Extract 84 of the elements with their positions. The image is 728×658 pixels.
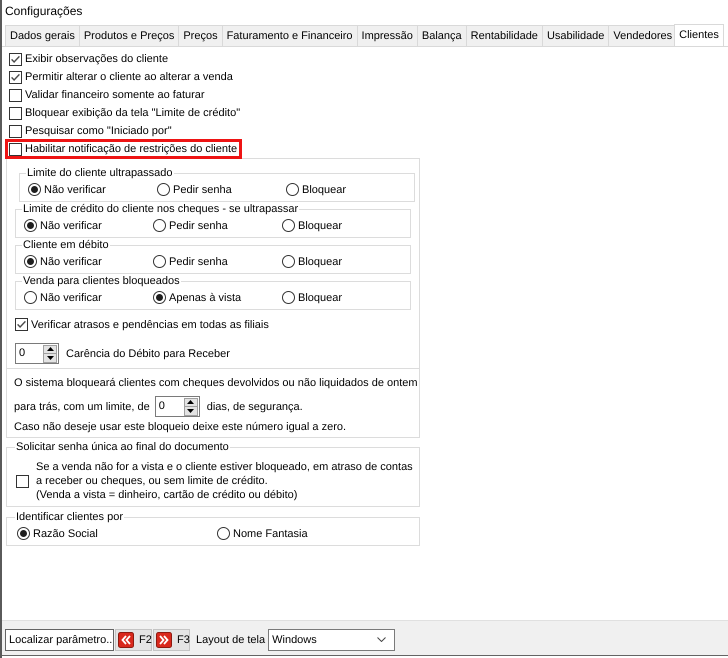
group-title: Limite do cliente ultrapassado (26, 167, 174, 180)
checkbox-label: Se a venda não for a vista e o cliente estiver bloqueado, em atraso de contas a receber ou cheques, ou sem limite de crédito. (36, 460, 414, 488)
tab[interactable]: Usabilidade (542, 25, 610, 46)
radio-label: Bloquear (298, 220, 342, 232)
notice-text: O sistema bloqueará clientes com cheques devolvidos ou não liquidados de ontem (14, 376, 418, 391)
radio-button[interactable] (217, 527, 230, 540)
spin-down-button[interactable] (184, 407, 198, 416)
triangle-up-icon (46, 347, 54, 352)
radio-button[interactable] (282, 291, 295, 304)
triangle-down-icon (46, 356, 54, 360)
layout-label: Layout de tela (196, 634, 266, 646)
radio-button[interactable] (24, 219, 37, 232)
radio-label: Pedir senha (173, 184, 232, 196)
radio-label: Razão Social (33, 528, 98, 540)
radio-label: Bloquear (298, 256, 342, 268)
radio-label: Não verificar (40, 256, 102, 268)
layout-dropdown[interactable]: Windows (268, 628, 396, 650)
radio-button[interactable] (24, 255, 37, 268)
checkbox[interactable] (9, 142, 22, 156)
radio-button[interactable] (157, 183, 170, 196)
find-parameter-field[interactable]: Localizar parâmetro.. (5, 628, 114, 650)
radio-label: Não verificar (40, 292, 102, 304)
spin-down-button[interactable] (43, 354, 57, 362)
radio-label: Não verificar (44, 184, 106, 196)
radio-button[interactable] (286, 183, 299, 196)
checkbox-label: Habilitar notificação de restrições do cliente (25, 142, 238, 156)
double-chevron-right-icon (156, 632, 172, 648)
group-title: Limite de crédito do cliente nos cheques - se ultrapassar (22, 203, 300, 216)
checkbox[interactable] (9, 124, 22, 138)
spin-up-button[interactable] (43, 344, 57, 354)
notice-text: dias, de segurança. (206, 400, 303, 412)
checkbox[interactable] (9, 88, 22, 102)
group-title: Cliente em débito (22, 239, 110, 252)
checkbox[interactable] (16, 474, 29, 488)
checkbox-label: Verificar atrasos e pendências em todas as filiais (31, 318, 269, 332)
radio-button[interactable] (17, 527, 30, 540)
triangle-down-icon (187, 408, 194, 413)
radio-button[interactable] (153, 255, 166, 268)
chevron-down-icon (377, 637, 386, 642)
spin-up-button[interactable] (184, 398, 198, 407)
checkbox-label: Exibir observações do cliente (25, 52, 168, 66)
number-spinner[interactable]: 0 (154, 396, 200, 417)
radio-label: Não verificar (40, 220, 102, 232)
spinner-label: Carência do Débito para Receber (66, 348, 230, 360)
radio-label: Nome Fantasia (233, 528, 308, 540)
checkbox[interactable] (9, 70, 22, 84)
radio-label: Bloquear (302, 184, 346, 196)
radio-button[interactable] (24, 291, 37, 304)
next-button[interactable]: F3 (153, 628, 190, 650)
tab[interactable]: Rentabilidade (466, 25, 543, 46)
checkbox[interactable] (15, 318, 28, 331)
radio-label: Pedir senha (169, 220, 228, 232)
radio-button[interactable] (28, 183, 41, 196)
tab[interactable]: Dados gerais (5, 25, 80, 46)
window-title: Configurações (4, 3, 84, 20)
checkbox-label: (Venda a vista = dinheiro, cartão de crédito ou débito) (36, 488, 298, 502)
radio-button[interactable] (282, 219, 295, 232)
checkbox-label: Bloquear exibição da tela "Limite de crédito" (25, 106, 240, 120)
triangle-up-icon (187, 400, 194, 404)
group-title: Venda para clientes bloqueados (22, 275, 181, 288)
tab[interactable]: Impressão (356, 25, 418, 46)
checkbox[interactable] (9, 52, 22, 66)
tab[interactable]: Clientes (674, 24, 724, 46)
group-title: Solicitar senha única ao final do documento (15, 441, 230, 454)
radio-button[interactable] (153, 291, 166, 304)
tab[interactable]: Produtos e Preços (78, 25, 180, 46)
checkbox-label: Pesquisar como "Iniciado por" (25, 124, 172, 138)
checkbox-label: Permitir alterar o cliente ao alterar a venda (25, 70, 233, 84)
number-spinner[interactable]: 0 (15, 343, 59, 364)
previous-button[interactable]: F2 (115, 628, 152, 650)
radio-button[interactable] (153, 219, 166, 232)
double-chevron-left-icon (118, 632, 134, 648)
group-title: Identificar clientes por (15, 511, 124, 524)
tab[interactable]: Preços (178, 25, 223, 46)
checkbox[interactable] (9, 106, 22, 120)
radio-label: Bloquear (298, 292, 342, 304)
notice-text: para trás, com um limite, de (14, 400, 150, 412)
radio-button[interactable] (282, 255, 295, 268)
notice-text: Caso não deseje usar este bloqueio deixe este número igual a zero. (14, 420, 346, 435)
checkbox-label: Validar financeiro somente ao faturar (25, 88, 205, 102)
radio-label: Apenas à vista (169, 292, 242, 304)
tab[interactable]: Balança (416, 25, 467, 46)
tab[interactable]: Faturamento e Financeiro (222, 25, 358, 46)
radio-label: Pedir senha (169, 256, 228, 268)
